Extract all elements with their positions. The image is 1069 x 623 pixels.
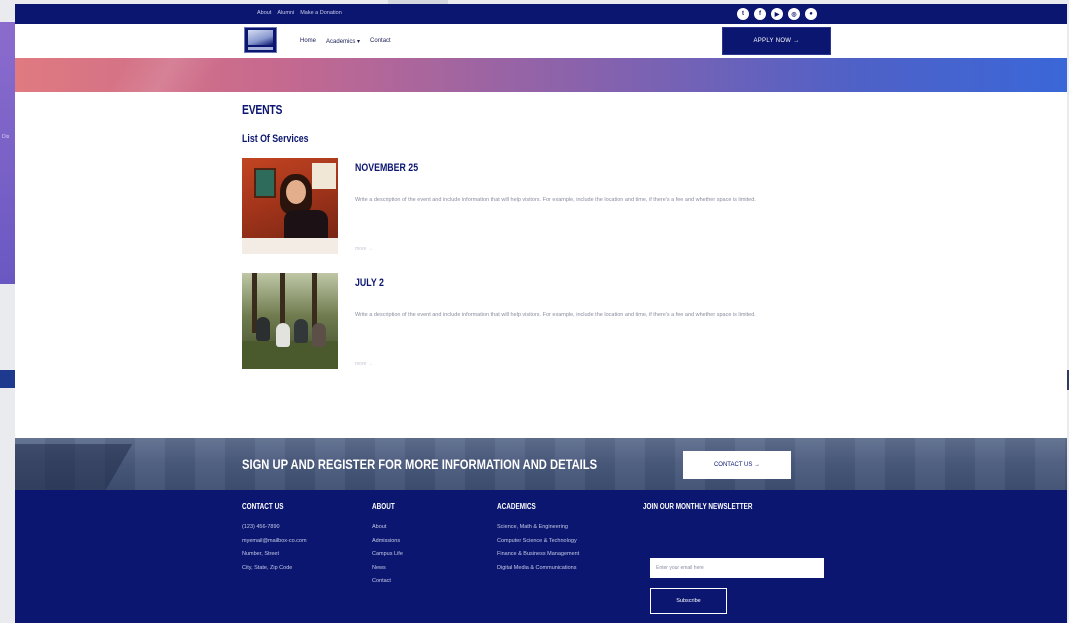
footer-street: Number, Street (242, 551, 279, 557)
footer-about: ABOUT About Admissions Campus Life News … (372, 502, 403, 589)
footer-link-news[interactable]: News (372, 562, 403, 576)
logo-bar (248, 47, 273, 50)
site-logo[interactable] (244, 27, 277, 53)
footer-link-about[interactable]: About (372, 521, 403, 535)
main-nav: Home Academics ▾ Contact APPLY NOW → (15, 24, 1067, 58)
photo-detail (276, 323, 290, 347)
background-window-edge: Dis (0, 22, 16, 284)
subscribe-button[interactable]: Subscribe (650, 588, 727, 614)
top-link-about[interactable]: About (257, 10, 271, 16)
twitter-icon[interactable]: t (737, 8, 749, 20)
apply-now-button[interactable]: APPLY NOW → (722, 27, 831, 55)
nav-link-home[interactable]: Home (300, 38, 316, 45)
top-link-donation[interactable]: Make a Donation (300, 10, 342, 16)
footer-newsletter: JOIN OUR MONTHLY NEWSLETTER (643, 502, 780, 521)
photo-detail (256, 317, 270, 341)
photo-detail (254, 168, 276, 198)
photo-detail (312, 163, 336, 189)
footer-link-science[interactable]: Science, Math & Engineering (497, 521, 579, 535)
instagram-icon[interactable]: ◎ (788, 8, 800, 20)
footer-email[interactable]: myemail@mailbox-co.com (242, 535, 307, 549)
facebook-icon[interactable]: f (754, 8, 766, 20)
logo-mark-icon (248, 30, 273, 45)
hero-banner (15, 58, 1067, 92)
footer-heading-academics: ACADEMICS (497, 502, 536, 511)
footer-link-digital-media[interactable]: Digital Media & Communications (497, 562, 579, 576)
video-icon[interactable]: ● (805, 8, 817, 20)
page-title: EVENTS (242, 102, 283, 117)
footer-link-campus-life[interactable]: Campus Life (372, 548, 403, 562)
event-date-1[interactable]: NOVEMBER 25 (355, 162, 418, 174)
newsletter-email-input[interactable] (650, 558, 824, 578)
event-description-1: Write a description of the event and inc… (355, 197, 756, 203)
photo-detail (286, 180, 306, 204)
nav-links: Home Academics ▾ Contact (300, 38, 391, 45)
background-text: Dis (2, 134, 10, 140)
footer-link-computer-science[interactable]: Computer Science & Technology (497, 535, 579, 549)
footer-link-admissions[interactable]: Admissions (372, 535, 403, 549)
footer-link-finance[interactable]: Finance & Business Management (497, 548, 579, 562)
section-subtitle: List Of Services (242, 133, 309, 145)
photo-detail (312, 323, 326, 347)
contact-us-button[interactable]: CONTACT US → (683, 451, 791, 479)
web-page: About Alumni Make a Donation t f ▶ ◎ ● H… (15, 4, 1067, 623)
signup-headline: SIGN UP AND REGISTER FOR MORE INFORMATIO… (242, 456, 598, 472)
footer-link-contact[interactable]: Contact (372, 575, 403, 589)
signup-banner: SIGN UP AND REGISTER FOR MORE INFORMATIO… (15, 438, 1067, 490)
event-description-2: Write a description of the event and inc… (355, 312, 756, 318)
event-image-1[interactable] (242, 158, 338, 254)
footer-phone[interactable]: (123) 456-7890 (242, 521, 307, 535)
event-more-link-2[interactable]: more → (355, 361, 373, 367)
youtube-icon[interactable]: ▶ (771, 8, 783, 20)
event-date-2[interactable]: JULY 2 (355, 277, 384, 289)
footer-contact: CONTACT US (123) 456-7890 myemail@mailbo… (242, 502, 307, 575)
footer-heading-contact: CONTACT US (242, 502, 284, 511)
top-link-alumni[interactable]: Alumni (277, 10, 294, 16)
footer-city: City, State, Zip Code (242, 564, 293, 571)
background-strip (0, 370, 16, 388)
photo-detail (294, 319, 308, 343)
footer-academics: ACADEMICS Science, Math & Engineering Co… (497, 502, 579, 575)
photo-detail (242, 238, 338, 254)
site-footer: CONTACT US (123) 456-7890 myemail@mailbo… (15, 490, 1067, 623)
footer-heading-about: ABOUT (372, 502, 395, 511)
event-image-2[interactable] (242, 273, 338, 369)
top-links: About Alumni Make a Donation (257, 10, 342, 16)
event-more-link-1[interactable]: more → (355, 246, 373, 252)
footer-heading-newsletter: JOIN OUR MONTHLY NEWSLETTER (643, 502, 753, 511)
top-bar: About Alumni Make a Donation t f ▶ ◎ ● (15, 4, 1067, 24)
social-icons: t f ▶ ◎ ● (737, 8, 817, 20)
nav-link-contact[interactable]: Contact (370, 38, 391, 45)
nav-link-academics[interactable]: Academics ▾ (326, 38, 360, 45)
